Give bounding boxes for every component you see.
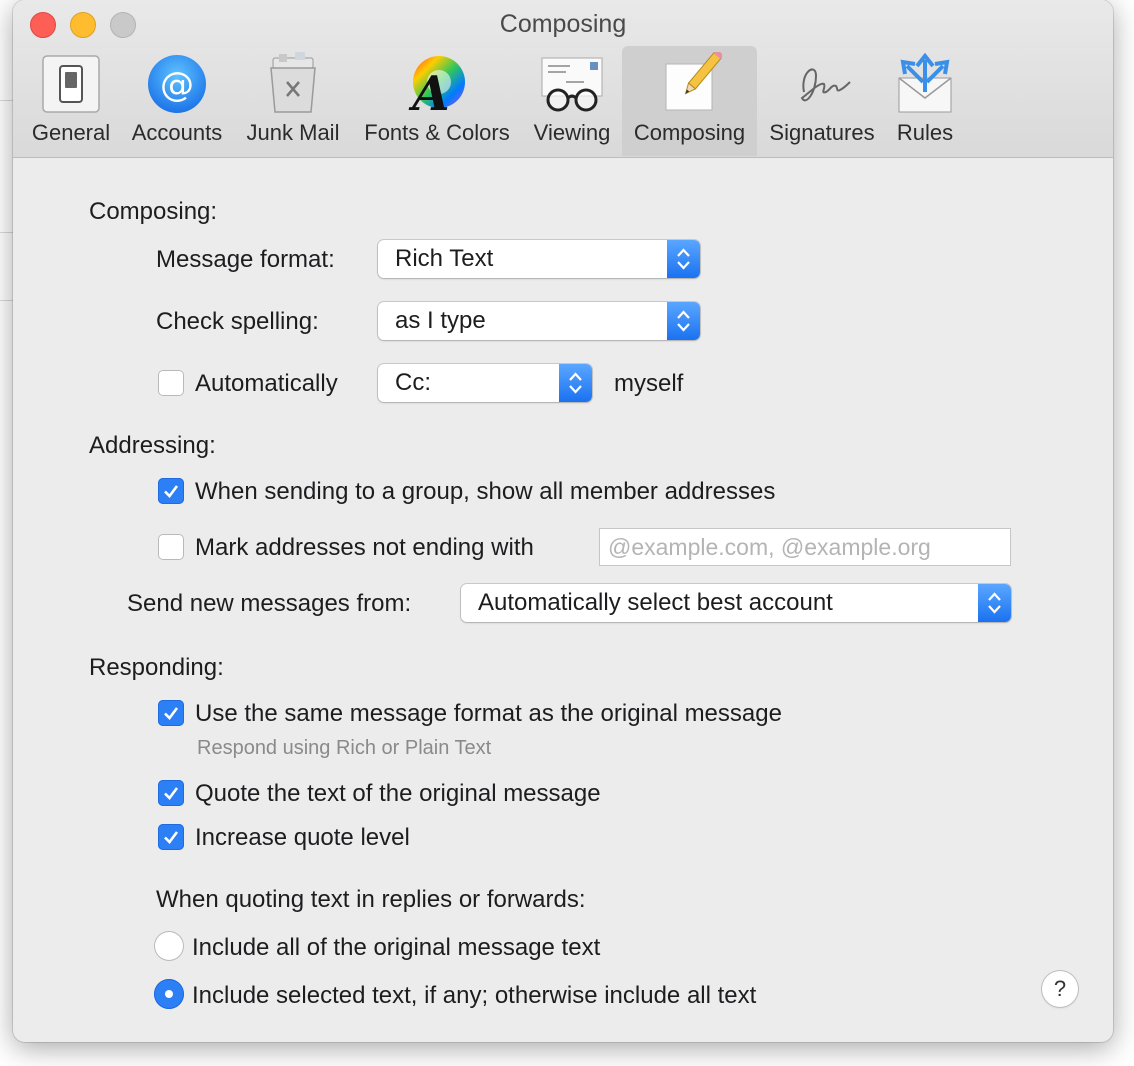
chevron-up-down-icon — [559, 364, 592, 402]
mark-addresses-label: Mark addresses not ending with — [195, 534, 534, 561]
tab-composing-label: Composing — [633, 120, 746, 145]
message-format-label: Message format: — [156, 246, 335, 273]
check-spelling-value: as I type — [395, 307, 486, 334]
tab-accounts[interactable]: @ Accounts — [125, 46, 229, 156]
responding-section-label: Responding: — [89, 654, 224, 681]
tab-composing[interactable]: Composing — [622, 46, 757, 156]
tab-rules-label: Rules — [896, 120, 954, 145]
composing-preferences-pane: Composing: Message format: Rich Text Che… — [13, 158, 1113, 1042]
trash-can-icon — [270, 52, 316, 113]
auto-cc-checkbox[interactable] — [158, 370, 184, 396]
chevron-up-down-icon — [667, 302, 700, 340]
tab-rules[interactable]: Rules — [887, 46, 963, 156]
increase-quote-checkbox[interactable] — [158, 824, 184, 850]
same-format-label: Use the same message format as the origi… — [195, 700, 782, 727]
mark-addresses-checkbox[interactable] — [158, 534, 184, 560]
show-group-members-label: When sending to a group, show all member… — [195, 478, 776, 505]
composing-section-label: Composing: — [89, 198, 218, 225]
tab-fonts-colors-label: Fonts & Colors — [364, 120, 510, 145]
radio-dot-icon — [165, 990, 173, 998]
include-all-label: Include all of the original message text — [192, 934, 601, 961]
checkmark-icon — [164, 787, 179, 800]
message-format-popup[interactable]: Rich Text — [378, 240, 700, 278]
tab-junk-mail[interactable]: Junk Mail — [238, 46, 348, 156]
addressing-section-label: Addressing: — [89, 432, 216, 459]
tab-signatures-label: Signatures — [769, 120, 875, 145]
at-sign-icon: @ — [148, 55, 206, 113]
auto-cc-suffix: myself — [614, 370, 684, 397]
checkmark-icon — [164, 707, 179, 720]
increase-quote-label: Increase quote level — [195, 824, 410, 851]
tab-fonts-colors[interactable]: A Fonts & Colors — [357, 46, 517, 156]
send-from-value: Automatically select best account — [478, 589, 833, 616]
include-all-radio[interactable] — [154, 931, 184, 961]
mark-addresses-input[interactable] — [599, 528, 1011, 566]
font-color-wheel-icon: A — [408, 56, 465, 116]
check-spelling-popup[interactable]: as I type — [378, 302, 700, 340]
message-format-value: Rich Text — [395, 245, 494, 272]
tab-signatures[interactable]: Signatures — [763, 46, 881, 156]
checkmark-icon — [164, 831, 179, 844]
tab-general-label: General — [31, 120, 111, 145]
send-from-popup[interactable]: Automatically select best account — [461, 584, 1011, 622]
window-title: Composing — [499, 10, 627, 38]
check-spelling-label: Check spelling: — [156, 308, 319, 335]
mark-addresses-field[interactable] — [599, 528, 1011, 566]
svg-text:@: @ — [160, 65, 194, 105]
glasses-letter-icon — [541, 57, 603, 112]
auto-cc-value: Cc: — [395, 369, 431, 396]
include-selected-radio[interactable] — [154, 979, 184, 1009]
preferences-window: Composing General @ Accounts Junk Mail A… — [13, 0, 1113, 1042]
chevron-up-down-icon — [978, 584, 1011, 622]
send-from-label: Send new messages from: — [127, 590, 412, 617]
tab-accounts-label: Accounts — [131, 120, 223, 145]
general-switch-icon — [42, 55, 100, 113]
tab-general[interactable]: General — [25, 46, 117, 156]
help-button[interactable]: ? — [1042, 971, 1078, 1007]
same-format-checkbox[interactable] — [158, 700, 184, 726]
pencil-paper-icon — [665, 52, 722, 111]
signature-icon — [800, 68, 851, 102]
tab-viewing[interactable]: Viewing — [526, 46, 618, 156]
checkmark-icon — [164, 485, 179, 498]
auto-cc-popup[interactable]: Cc: — [378, 364, 592, 402]
include-selected-label: Include selected text, if any; otherwise… — [192, 982, 757, 1009]
quote-text-checkbox[interactable] — [158, 780, 184, 806]
show-group-members-checkbox[interactable] — [158, 478, 184, 504]
chevron-up-down-icon — [667, 240, 700, 278]
auto-cc-label: Automatically — [195, 370, 338, 397]
title-bar: Composing General @ Accounts Junk Mail A… — [13, 0, 1113, 158]
same-format-sublabel: Respond using Rich or Plain Text — [197, 737, 492, 759]
quoting-heading: When quoting text in replies or forwards… — [156, 886, 586, 913]
tab-viewing-label: Viewing — [533, 120, 611, 145]
envelope-arrows-icon — [898, 52, 952, 113]
svg-text:A: A — [408, 66, 449, 116]
quote-text-label: Quote the text of the original message — [195, 780, 601, 807]
tab-junk-mail-label: Junk Mail — [246, 120, 340, 145]
